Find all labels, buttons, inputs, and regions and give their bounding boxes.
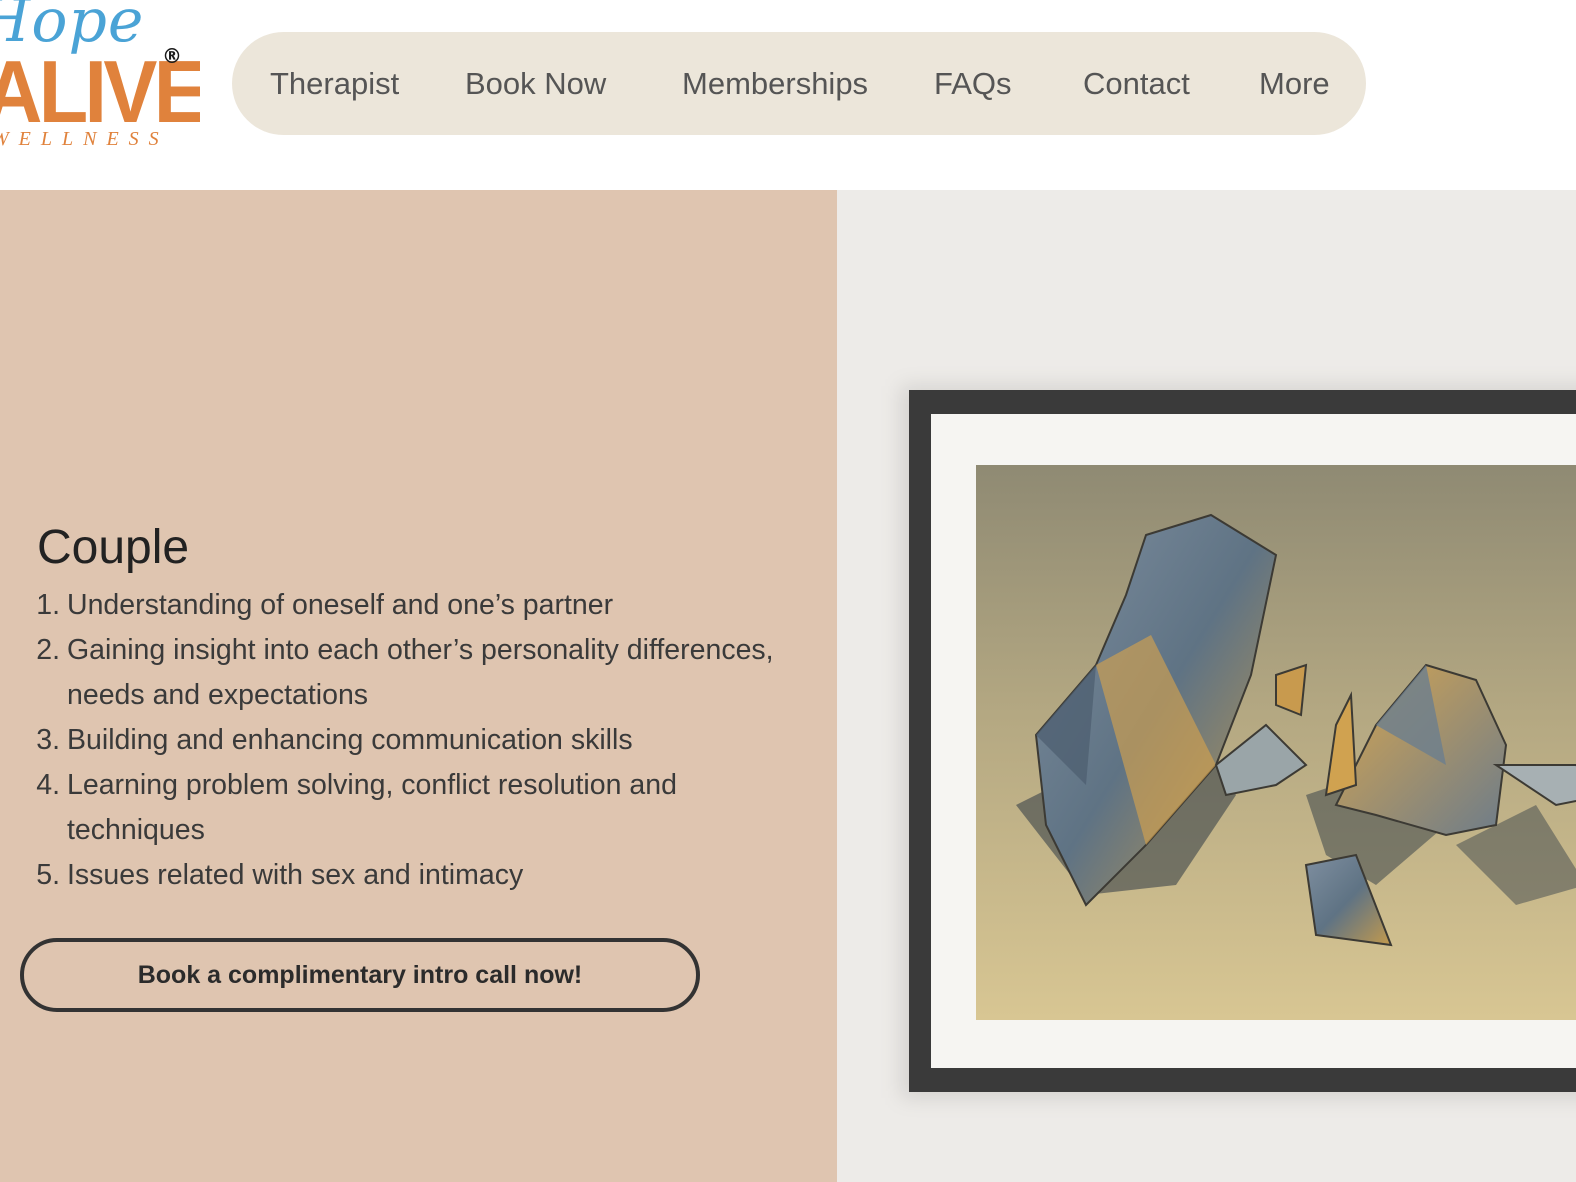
list-item-number: 3. — [36, 724, 60, 756]
registered-mark: ® — [162, 44, 182, 68]
list-item-number: 2. — [36, 634, 60, 666]
origami-painting-image — [976, 465, 1576, 1020]
logo-tagline: WELLNESS — [0, 128, 169, 150]
main-nav: Therapist Book Now Memberships FAQs Cont… — [232, 32, 1366, 135]
list-item-text: Issues related with sex and intimacy — [67, 859, 524, 891]
list-item-text: Learning problem solving, conflict resol… — [67, 769, 677, 801]
list-item-text-continued: needs and expectations — [67, 679, 369, 711]
list-item: 1. Understanding of oneself and one’s pa… — [0, 583, 780, 628]
list-item-number: 4. — [36, 769, 60, 801]
nav-item-memberships[interactable]: Memberships — [682, 32, 868, 135]
site-logo[interactable]: Hope ALIVE ® WELLNESS — [0, 0, 200, 160]
list-item-text-continued: techniques — [67, 814, 205, 846]
list-item-text: Building and enhancing communication ski… — [67, 724, 633, 756]
list-item: 3. Building and enhancing communication … — [0, 718, 780, 763]
nav-item-therapist[interactable]: Therapist — [270, 32, 399, 135]
site-header: Hope ALIVE ® WELLNESS Therapist Book Now… — [0, 0, 1576, 190]
book-intro-call-button[interactable]: Book a complimentary intro call now! — [20, 938, 700, 1012]
list-item-number: 5. — [36, 859, 60, 891]
nav-item-book-now[interactable]: Book Now — [465, 32, 606, 135]
nav-item-contact[interactable]: Contact — [1083, 32, 1190, 135]
section-heading: Couple — [37, 521, 190, 574]
list-item: 5. Issues related with sex and intimacy — [0, 853, 780, 898]
list-item: 2. Gaining insight into each other’s per… — [0, 628, 780, 718]
list-item-text: Gaining insight into each other’s person… — [67, 634, 774, 666]
nav-item-faqs[interactable]: FAQs — [934, 32, 1012, 135]
artwork-panel — [837, 190, 1576, 1182]
list-item-number: 1. — [36, 589, 60, 621]
list-item: 4. Learning problem solving, conflict re… — [0, 763, 780, 853]
nav-item-more[interactable]: More — [1259, 32, 1330, 135]
list-item-text: Understanding of oneself and one’s partn… — [67, 589, 614, 621]
